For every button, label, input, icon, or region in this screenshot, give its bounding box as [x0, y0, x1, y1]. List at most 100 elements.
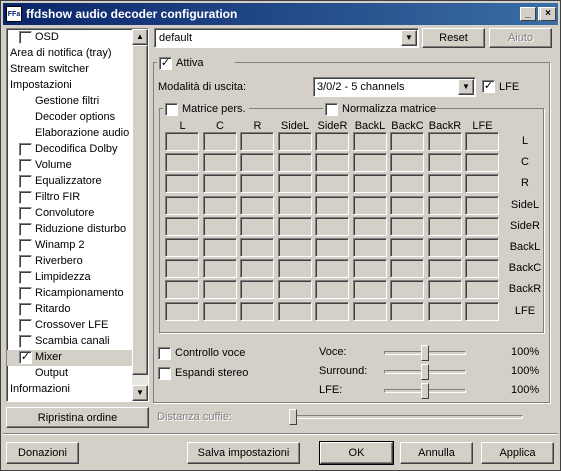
- matrix-cell[interactable]: [427, 216, 462, 236]
- tree-item[interactable]: ✓ Mixer: [7, 350, 133, 366]
- matrix-cell[interactable]: [202, 238, 237, 257]
- matrix-cell[interactable]: [315, 174, 349, 194]
- tree-item-checkbox[interactable]: [19, 223, 32, 236]
- tree-item[interactable]: Winamp 2: [7, 238, 133, 254]
- matrix-cell[interactable]: [352, 280, 387, 300]
- matrix-cell[interactable]: [240, 132, 274, 151]
- tree-item-checkbox[interactable]: [19, 31, 32, 44]
- slider-thumb[interactable]: [421, 383, 429, 399]
- tree-item[interactable]: Decodifica Dolby: [7, 142, 133, 158]
- matrix-cell[interactable]: [427, 280, 462, 300]
- matrix-cell[interactable]: [465, 238, 499, 257]
- matrix-cell[interactable]: [277, 132, 312, 151]
- matrix-cell[interactable]: [240, 216, 274, 236]
- tree-item[interactable]: Ricampionamento: [7, 286, 133, 302]
- matrix-cell[interactable]: [165, 238, 199, 257]
- slider-thumb[interactable]: [421, 364, 429, 380]
- matrix-cell[interactable]: [352, 132, 387, 151]
- matrix-cell[interactable]: [352, 195, 387, 215]
- matrix-cell[interactable]: [202, 195, 237, 215]
- headphone-slider-thumb[interactable]: [289, 409, 297, 425]
- matrix-cell[interactable]: [165, 153, 199, 173]
- tree-item[interactable]: Filtro FIR: [7, 190, 133, 206]
- matrix-cell[interactable]: [427, 259, 462, 279]
- matrix-cell[interactable]: [277, 259, 312, 279]
- matrix-cell[interactable]: [165, 301, 199, 321]
- tree-item-checkbox[interactable]: [19, 303, 32, 316]
- matrix-cell[interactable]: [202, 153, 237, 173]
- matrix-cell[interactable]: [202, 259, 237, 279]
- tree-item[interactable]: Riduzione disturbo: [7, 222, 133, 238]
- apply-button[interactable]: Applica: [481, 442, 554, 464]
- tree-item[interactable]: Equalizzatore: [7, 174, 133, 190]
- matrix-cell[interactable]: [390, 280, 424, 300]
- tree-item[interactable]: Volume: [7, 158, 133, 174]
- tree-item[interactable]: Elaborazione audio: [7, 126, 133, 142]
- tree-item[interactable]: Output: [7, 366, 133, 382]
- tree-item-checkbox[interactable]: [19, 271, 32, 284]
- save-settings-button[interactable]: Salva impostazioni: [187, 442, 300, 464]
- matrix-cell[interactable]: [240, 153, 274, 173]
- matrix-cell[interactable]: [315, 280, 349, 300]
- matrix-cell[interactable]: [352, 259, 387, 279]
- tree-item[interactable]: Convolutore: [7, 206, 133, 222]
- tree-item[interactable]: Scambia canali: [7, 334, 133, 350]
- matrix-cell[interactable]: [352, 174, 387, 194]
- matrix-cell[interactable]: [427, 195, 462, 215]
- matrix-cell[interactable]: [277, 216, 312, 236]
- matrix-cell[interactable]: [165, 280, 199, 300]
- matrix-cell[interactable]: [277, 174, 312, 194]
- tree-item[interactable]: Ritardo: [7, 302, 133, 318]
- matrix-cell[interactable]: [277, 238, 312, 257]
- matrix-cell[interactable]: [277, 280, 312, 300]
- matrix-cell[interactable]: [165, 174, 199, 194]
- scroll-down-arrow-icon[interactable]: ▼: [132, 385, 148, 401]
- matrix-cell[interactable]: [202, 301, 237, 321]
- matrix-cell[interactable]: [427, 301, 462, 321]
- tree-item-checkbox[interactable]: [19, 175, 32, 188]
- matrix-cell[interactable]: [390, 132, 424, 151]
- matrix-cell[interactable]: [165, 259, 199, 279]
- matrix-cell[interactable]: [465, 153, 499, 173]
- matrix-cell[interactable]: [240, 174, 274, 194]
- matrix-cell[interactable]: [465, 132, 499, 151]
- tree-item-checkbox[interactable]: [19, 159, 32, 172]
- matrix-cell[interactable]: [202, 216, 237, 236]
- matrix-cell[interactable]: [465, 174, 499, 194]
- matrix-cell[interactable]: [465, 216, 499, 236]
- scroll-thumb[interactable]: [132, 45, 148, 375]
- chevron-down-icon[interactable]: ▼: [401, 30, 417, 46]
- tree-item-checkbox[interactable]: ✓: [19, 351, 32, 364]
- matrix-cell[interactable]: [352, 238, 387, 257]
- tree-item[interactable]: OSD: [7, 30, 133, 46]
- tree-scrollbar[interactable]: ▲ ▼: [132, 29, 148, 401]
- minimize-button[interactable]: _: [520, 7, 536, 21]
- tree-item[interactable]: Impostazioni: [7, 78, 133, 94]
- matrix-cell[interactable]: [202, 280, 237, 300]
- attiva-checkbox[interactable]: ✓: [159, 57, 172, 70]
- tree-item-checkbox[interactable]: [19, 255, 32, 268]
- matrix-cell[interactable]: [315, 216, 349, 236]
- matrix-cell[interactable]: [315, 153, 349, 173]
- tree-item[interactable]: Gestione filtri: [7, 94, 133, 110]
- custom-matrix-checkbox[interactable]: [165, 103, 178, 116]
- matrix-cell[interactable]: [465, 280, 499, 300]
- tree-item-checkbox[interactable]: [19, 191, 32, 204]
- donations-button[interactable]: Donazioni: [6, 442, 79, 464]
- matrix-cell[interactable]: [165, 216, 199, 236]
- matrix-cell[interactable]: [165, 132, 199, 151]
- matrix-cell[interactable]: [352, 301, 387, 321]
- output-mode-select[interactable]: 3/0/2 - 5 channels ▼: [313, 77, 476, 97]
- matrix-cell[interactable]: [427, 174, 462, 194]
- close-button[interactable]: ×: [540, 7, 556, 21]
- cancel-button[interactable]: Annulla: [400, 442, 473, 464]
- title-bar[interactable]: FFa ffdshow audio decoder configuration …: [3, 3, 558, 25]
- tree-item[interactable]: Decoder options: [7, 110, 133, 126]
- matrix-cell[interactable]: [315, 132, 349, 151]
- tree-item-checkbox[interactable]: [19, 143, 32, 156]
- tree-item-checkbox[interactable]: [19, 239, 32, 252]
- matrix-cell[interactable]: [277, 195, 312, 215]
- tree-item-checkbox[interactable]: [19, 287, 32, 300]
- matrix-cell[interactable]: [202, 132, 237, 151]
- restore-order-button[interactable]: Ripristina ordine: [6, 407, 149, 428]
